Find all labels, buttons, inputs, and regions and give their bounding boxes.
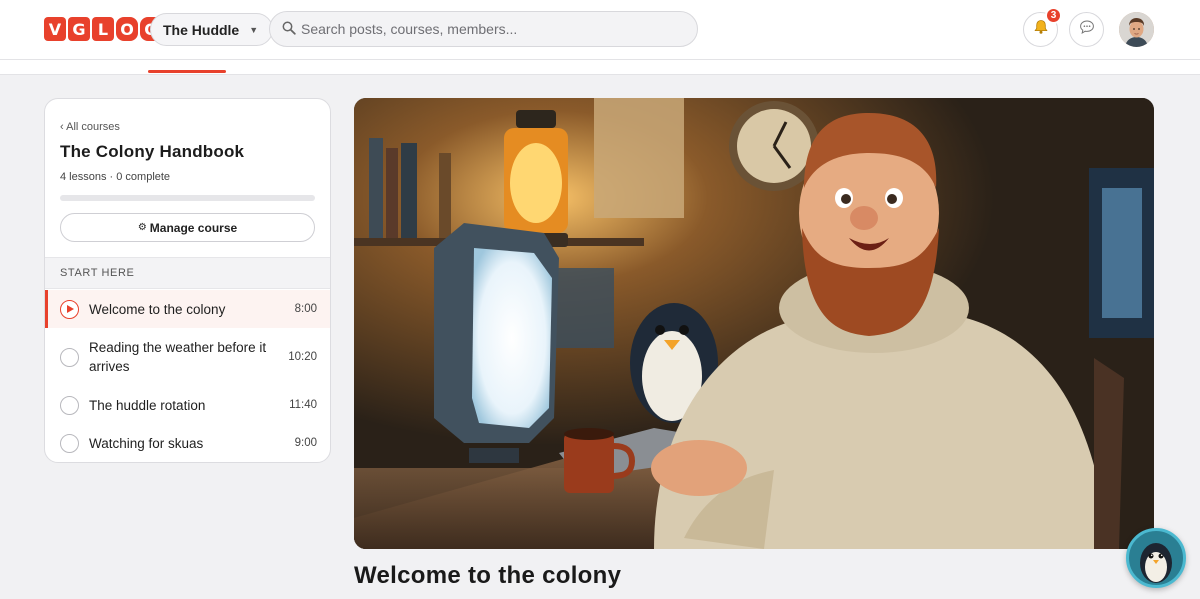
community-switcher[interactable]: The Huddle ▼ [150, 13, 274, 46]
all-courses-link[interactable]: ‹ All courses [60, 121, 120, 133]
lesson-video-thumbnail[interactable] [354, 98, 1154, 549]
incomplete-circle-icon [60, 347, 79, 367]
lesson-heading: Welcome to the colony [354, 562, 622, 589]
play-icon [60, 299, 79, 319]
community-name: The Huddle [163, 21, 240, 38]
gear-icon: ⚙ [137, 222, 147, 233]
lesson-title: Watching for skuas [89, 435, 204, 451]
course-outline-card: ‹ All courses The Colony Handbook 4 less… [44, 98, 331, 463]
logo-letter: V [44, 17, 66, 41]
brand-logo[interactable]: V G L O O [44, 17, 162, 41]
lesson-title: Welcome to the colony [89, 301, 226, 317]
lesson-item[interactable]: Welcome to the colony 8:00 [45, 290, 330, 328]
cabin-illustration [354, 98, 1154, 549]
manage-course-button[interactable]: ⚙ Manage course [60, 213, 315, 242]
user-avatar[interactable] [1119, 12, 1154, 47]
course-progress-text: 4 lessons · 0 complete [60, 171, 171, 183]
lesson-title: The huddle rotation [89, 397, 206, 413]
lesson-duration: 9:00 [294, 437, 317, 449]
messages-button[interactable] [1069, 12, 1104, 47]
manage-course-label: Manage course [149, 220, 238, 235]
lesson-duration: 11:40 [289, 399, 317, 411]
incomplete-circle-icon [60, 433, 79, 453]
search-input[interactable] [301, 21, 681, 37]
search-icon [282, 21, 296, 38]
lesson-duration: 10:20 [288, 351, 317, 363]
course-title: The Colony Handbook [60, 142, 245, 161]
section-header: START HERE [45, 257, 330, 289]
bell-icon [1033, 19, 1049, 40]
incomplete-circle-icon [60, 395, 79, 415]
logo-letter: L [92, 17, 114, 41]
lesson-item[interactable]: Watching for skuas 9:00 [45, 424, 330, 462]
search-bar[interactable] [269, 11, 698, 47]
caret-down-icon: ▼ [249, 24, 259, 35]
notification-count-badge: 3 [1045, 7, 1062, 24]
sub-navigation [0, 60, 1200, 75]
chat-bubble-icon [1079, 19, 1095, 40]
penguin-assistant-avatar[interactable] [1126, 528, 1186, 588]
lesson-duration: 8:00 [294, 303, 317, 315]
lesson-item[interactable]: The huddle rotation 11:40 [45, 386, 330, 424]
penguin-icon [1140, 543, 1172, 583]
top-bar: V G L O O The Huddle ▼ 3 [0, 0, 1200, 60]
logo-letter: G [68, 17, 90, 41]
active-tab-indicator [148, 70, 226, 73]
lesson-title: Reading the weather before it arrives [89, 340, 267, 374]
lesson-item[interactable]: Reading the weather before it arrives 10… [45, 328, 330, 386]
course-progress-bar [60, 195, 315, 201]
logo-letter: O [116, 17, 138, 41]
